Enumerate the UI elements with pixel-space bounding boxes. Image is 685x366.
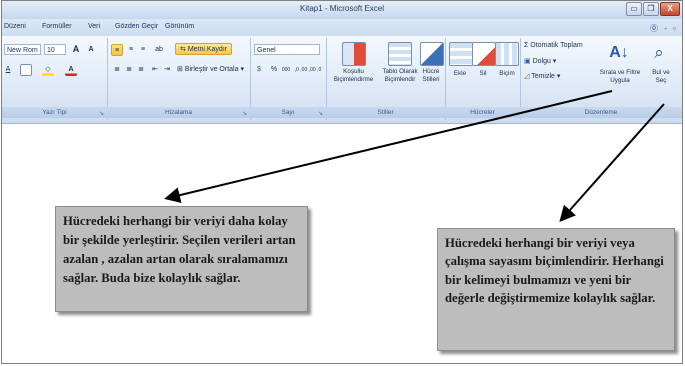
alignment-group-label: Hizalama [107, 107, 250, 118]
sort-filter-icon: A↓ [609, 44, 629, 61]
number-format-combo[interactable]: Genel [254, 44, 320, 55]
decrease-decimal-button[interactable]: ,00 ,0 [308, 64, 322, 76]
cells-group: Ekle Sil Biçim Hücreler [445, 38, 521, 120]
conditional-formatting-line2: Biçimlendirme [333, 76, 374, 83]
excel-screenshot: Kitap1 - Microsoft Excel ▭ ❐ X Düzeni Fo… [1, 0, 683, 364]
currency-icon[interactable]: $ [253, 64, 265, 76]
clear-button[interactable]: ◿ Temizle ▾ [524, 72, 560, 80]
wrap-text-icon: ⇆ [180, 46, 188, 53]
underline-button[interactable]: A [2, 64, 14, 76]
sort-filter-line1: Sırala ve Filtre [599, 69, 641, 76]
align-top-icon[interactable]: ≡ [111, 44, 123, 56]
editing-group-label: Düzenleme [520, 107, 682, 118]
wrap-text-button[interactable]: ⇆ Metni Kaydır [175, 43, 233, 55]
conditional-formatting-line1: Koşullu [343, 68, 364, 75]
minimize-button[interactable]: ▭ [626, 2, 642, 16]
borders-icon[interactable] [20, 64, 32, 76]
align-center-icon[interactable]: ≣ [123, 64, 135, 76]
font-color-button[interactable]: A [65, 64, 77, 76]
callout-find-select: Hücredeki herhangi bir veriyi veya çalış… [437, 228, 675, 351]
format-as-table-icon [388, 42, 412, 66]
ribbon-minimize-button[interactable]: - [664, 24, 667, 33]
dialog-launcher-icon[interactable]: ↘ [318, 110, 323, 117]
cells-group-label: Hücreler [445, 107, 520, 118]
alignment-group: ≡ ≡ ≡ ab ⇆ Metni Kaydır ≣ ≣ ≣ ⇤ ⇥ ⊞ Birl… [107, 38, 251, 120]
comma-style-button[interactable]: 000 [280, 64, 292, 76]
sort-filter-button[interactable]: Sırala ve Filtre Uygula [592, 69, 648, 85]
fill-color-icon[interactable]: ◇ [42, 64, 54, 76]
format-cells-icon [495, 42, 519, 66]
find-select-line1: Bul ve [652, 69, 670, 76]
window-controls: ▭ ❐ X [626, 2, 680, 16]
insert-cells-icon [449, 42, 473, 66]
align-bottom-icon[interactable]: ≡ [137, 44, 149, 56]
ribbon-window-controls: ⓪ - ▫ [650, 23, 676, 34]
percent-button[interactable]: % [268, 64, 280, 76]
increase-indent-icon[interactable]: ⇥ [161, 64, 173, 76]
fill-button[interactable]: ▣ Dolgu ▾ [524, 57, 556, 65]
find-select-line2: Seç [655, 77, 667, 84]
callout-sort-filter: Hücredeki herhangi bir veriyi daha kolay… [55, 206, 308, 312]
help-icon[interactable]: ⓪ [650, 24, 658, 33]
dialog-launcher-icon[interactable]: ↘ [99, 110, 104, 117]
font-group: New Rom 10 A A A ◇ A Yazı Tipi ↘ [2, 38, 108, 120]
ribbon: New Rom 10 A A A ◇ A Yazı Tipi ↘ ≡ ≡ ≡ a… [2, 36, 682, 124]
tab-view[interactable]: Görünüm [165, 23, 194, 30]
number-group-label: Sayı [250, 107, 326, 118]
conditional-formatting-icon [342, 42, 366, 66]
font-group-label: Yazı Tipi [2, 107, 107, 118]
autosum-button[interactable]: Σ Otomatik Toplam [524, 42, 583, 49]
grow-font-button[interactable]: A [70, 43, 82, 55]
merge-center-button[interactable]: ⊞ Birleştir ve Ortala ▾ [177, 65, 244, 73]
align-middle-icon[interactable]: ≡ [125, 44, 137, 56]
align-left-icon[interactable]: ≣ [111, 64, 123, 76]
clear-label: Temizle [531, 73, 555, 80]
font-name-combo[interactable]: New Rom [4, 44, 41, 55]
conditional-formatting-button[interactable]: Koşullu Biçimlendirme [326, 68, 381, 84]
font-size-combo[interactable]: 10 [44, 44, 66, 55]
insert-button[interactable]: Ekle [447, 70, 473, 78]
tab-page-layout[interactable]: Düzeni [4, 23, 26, 30]
find-select-button[interactable]: Bul ve Seç [644, 69, 678, 85]
orientation-icon[interactable]: ab [153, 44, 165, 56]
styles-group: Koşullu Biçimlendirme Tablo Olarak Biçim… [326, 38, 446, 120]
increase-decimal-button[interactable]: ,0 ,00 [294, 64, 308, 76]
tab-formulas[interactable]: Formüller [42, 23, 72, 30]
tab-data[interactable]: Veri [88, 23, 100, 30]
decrease-indent-icon[interactable]: ⇤ [149, 64, 161, 76]
ribbon-tabs: Düzeni Formüller Veri Gözden Geçir Görün… [2, 19, 682, 36]
format-button[interactable]: Biçim [494, 70, 520, 78]
binoculars-icon: ⌕ [654, 43, 664, 62]
restore-button[interactable]: ❐ [643, 2, 659, 16]
format-as-table-button[interactable]: Tablo Olarak Biçimlendir [376, 68, 424, 84]
window-title: Kitap1 - Microsoft Excel [299, 4, 385, 13]
delete-cells-icon [472, 42, 496, 66]
format-as-table-line1: Tablo Olarak [382, 68, 418, 75]
delete-button[interactable]: Sil [471, 70, 495, 78]
fill-label: Dolgu [532, 58, 551, 65]
wrap-text-label: Metni Kaydır [187, 46, 228, 53]
fill-icon: ▣ [524, 58, 533, 65]
editing-group: Σ Otomatik Toplam ▣ Dolgu ▾ ◿ Temizle ▾ … [520, 38, 682, 120]
close-button[interactable]: X [660, 2, 680, 16]
ribbon-restore-button[interactable]: ▫ [673, 24, 676, 33]
tab-review[interactable]: Gözden Geçir [115, 23, 158, 30]
sort-filter-line2: Uygula [610, 77, 630, 84]
callout-sort-filter-text: Hücredeki herhangi bir veriyi daha kolay… [63, 214, 296, 285]
cell-styles-line1: Hücre [422, 68, 440, 75]
styles-group-label: Stiller [326, 107, 445, 118]
cell-styles-icon [420, 42, 444, 66]
cell-styles-line2: Stilleri [422, 76, 440, 83]
format-as-table-line2: Biçimlendir [384, 76, 416, 83]
align-right-icon[interactable]: ≣ [135, 64, 147, 76]
shrink-font-button[interactable]: A [85, 44, 97, 56]
callout-find-select-text: Hücredeki herhangi bir veriyi veya çalış… [445, 236, 664, 306]
title-bar: Kitap1 - Microsoft Excel ▭ ❐ X [2, 1, 682, 20]
number-group: Genel $ % 000 ,0 ,00 ,00 ,0 Sayı ↘ [250, 38, 327, 120]
merge-center-label: Birleştir ve Ortala [184, 66, 239, 73]
dialog-launcher-icon[interactable]: ↘ [242, 110, 247, 117]
cell-styles-button[interactable]: Hücre Stilleri [418, 68, 444, 84]
merge-icon: ⊞ [177, 66, 185, 73]
